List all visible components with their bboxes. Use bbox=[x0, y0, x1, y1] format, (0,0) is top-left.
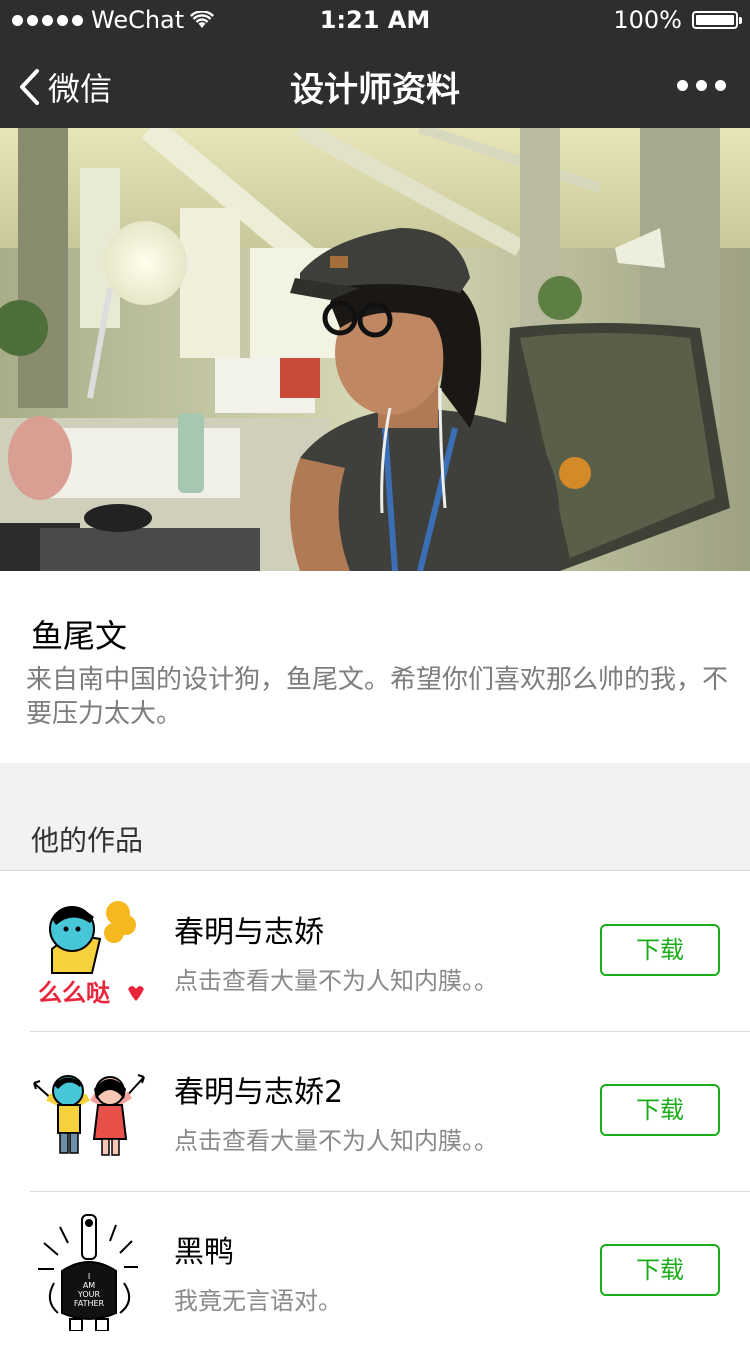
top-bar: WeChat 1:21 AM 100% 微信 设计师资料 bbox=[0, 0, 750, 128]
work-description: 我竟无言语对。 bbox=[174, 1287, 342, 1315]
sticker-text-line: FATHER bbox=[74, 1299, 105, 1308]
work-title: 春明与志娇 bbox=[174, 915, 324, 950]
battery-icon bbox=[692, 11, 742, 29]
battery-percent: 100% bbox=[613, 6, 682, 34]
list-item[interactable]: I AM YOUR FATHER 黑鸭 我竟无言语对。 下载 bbox=[0, 1191, 750, 1351]
more-button[interactable] bbox=[677, 80, 726, 91]
work-description: 点击查看大量不为人知内膜。。 bbox=[174, 967, 498, 995]
work-title: 黑鸭 bbox=[174, 1235, 234, 1270]
sticker-thumbnail: I AM YOUR FATHER bbox=[30, 1213, 148, 1332]
more-dot-icon bbox=[715, 80, 726, 91]
status-bar: WeChat 1:21 AM 100% bbox=[0, 0, 750, 40]
sticker-text-line: I bbox=[88, 1272, 90, 1281]
works-list: 么么哒 春明与志娇 点击查看大量不为人知内膜。。 下载 春明与志娇2 点击查看大… bbox=[0, 871, 750, 1351]
status-right: 100% bbox=[613, 6, 742, 34]
sticker-mouth-kiss-icon: 么么哒 bbox=[38, 901, 144, 1007]
sticker-thumbnail: 么么哒 bbox=[30, 893, 148, 1011]
more-dot-icon bbox=[677, 80, 688, 91]
designer-name: 鱼尾文 bbox=[31, 617, 128, 655]
sticker-couple-icon bbox=[33, 1074, 145, 1156]
section-title: 他的作品 bbox=[31, 824, 144, 857]
sticker-text-line: YOUR bbox=[77, 1290, 101, 1299]
work-description: 点击查看大量不为人知内膜。。 bbox=[174, 1127, 498, 1155]
download-button[interactable]: 下载 bbox=[600, 1244, 720, 1296]
work-title: 春明与志娇2 bbox=[174, 1075, 344, 1110]
sticker-text: 么么哒 bbox=[38, 979, 110, 1007]
designer-bio: 来自南中国的设计狗，鱼尾文。希望你们喜欢那么帅的我，不要压力太大。 bbox=[26, 665, 729, 729]
sticker-thumbnail bbox=[30, 1053, 148, 1171]
sticker-duck-icon: I AM YOUR FATHER bbox=[38, 1214, 138, 1332]
sticker-text-line: AM bbox=[83, 1281, 95, 1290]
navigation-bar: 微信 设计师资料 bbox=[0, 40, 750, 128]
list-item[interactable]: 春明与志娇2 点击查看大量不为人知内膜。。 下载 bbox=[0, 1031, 750, 1191]
designer-photo bbox=[0, 128, 750, 571]
list-item[interactable]: 么么哒 春明与志娇 点击查看大量不为人知内膜。。 下载 bbox=[0, 871, 750, 1031]
more-dot-icon bbox=[696, 80, 707, 91]
designer-photo-illustration bbox=[0, 128, 750, 571]
works-section-header: 他的作品 bbox=[0, 763, 750, 871]
download-button[interactable]: 下载 bbox=[600, 1084, 720, 1136]
download-button[interactable]: 下载 bbox=[600, 924, 720, 976]
profile-card: 鱼尾文 来自南中国的设计狗，鱼尾文。希望你们喜欢那么帅的我，不要压力太大。 bbox=[0, 571, 750, 763]
page-title: 设计师资料 bbox=[290, 70, 460, 110]
